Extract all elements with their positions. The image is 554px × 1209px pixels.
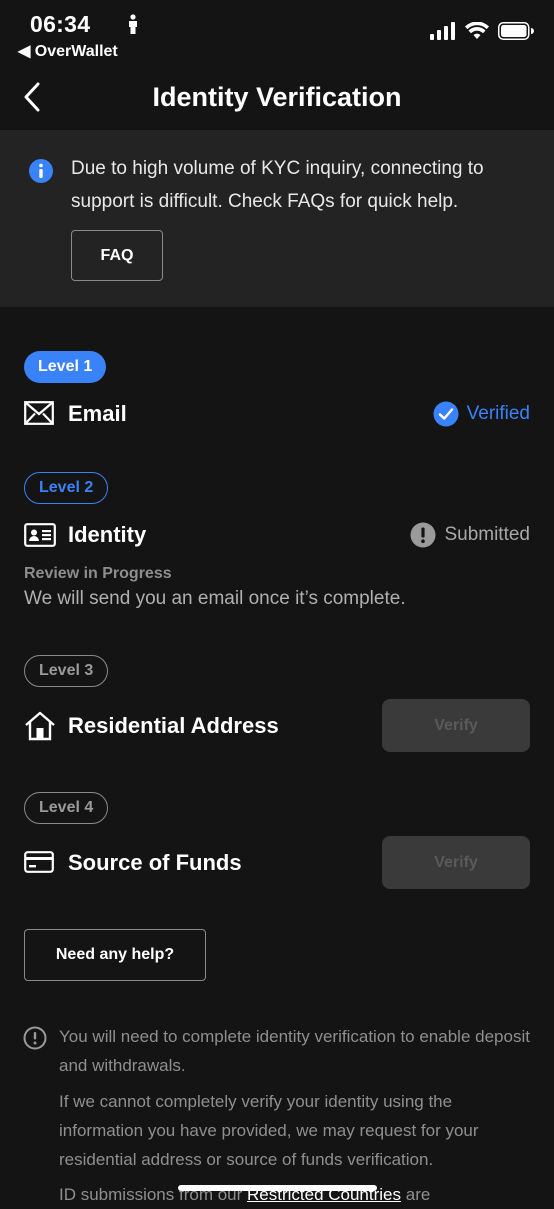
- verify-address-button[interactable]: Verify: [382, 699, 530, 752]
- wifi-icon: [465, 22, 489, 39]
- info-icon: [29, 159, 53, 183]
- level-4-badge: Level 4: [24, 792, 109, 824]
- person-icon: [129, 14, 137, 34]
- residential-address-label: Residential Address: [68, 713, 279, 738]
- exclamation-circle-icon: [410, 522, 436, 548]
- faq-button[interactable]: FAQ: [71, 230, 163, 281]
- exclamation-outline-icon: [23, 1026, 47, 1050]
- page-title: Identity Verification: [152, 82, 402, 112]
- house-icon: [25, 711, 55, 741]
- check-circle-icon: [433, 401, 459, 427]
- notice-text: Due to high volume of KYC inquiry, conne…: [71, 158, 484, 212]
- need-help-button[interactable]: Need any help?: [24, 929, 206, 981]
- email-status: Verified: [433, 401, 530, 427]
- back-to-app-link[interactable]: ◀ OverWallet: [18, 41, 118, 61]
- credit-card-icon: [24, 851, 54, 873]
- identity-row-label: Identity: [68, 522, 147, 547]
- fine-print-3-after: are: [401, 1185, 431, 1204]
- home-indicator[interactable]: [178, 1185, 377, 1191]
- id-card-icon: [24, 523, 56, 547]
- clock: 06:34: [30, 11, 91, 37]
- system-icons: [430, 22, 534, 40]
- verified-label: Verified: [466, 403, 530, 424]
- source-of-funds-label: Source of Funds: [68, 850, 242, 875]
- fine-print-2: If we cannot completely verify your iden…: [59, 1092, 479, 1169]
- signal-icon: [430, 22, 455, 40]
- email-row-label: Email: [68, 401, 127, 426]
- envelope-icon: [24, 401, 54, 425]
- identity-status: Submitted: [410, 522, 530, 548]
- level-3-badge: Level 3: [24, 655, 109, 687]
- level-2-badge: Level 2: [24, 472, 109, 504]
- kyc-notice: Due to high volume of KYC inquiry, conne…: [0, 130, 554, 307]
- battery-icon: [498, 22, 534, 40]
- level-1-badge: Level 1: [24, 351, 107, 383]
- review-subtitle: We will send you an email once it’s comp…: [24, 588, 406, 609]
- submitted-label: Submitted: [444, 524, 530, 545]
- fine-print-1: You will need to complete identity verif…: [59, 1027, 530, 1075]
- verify-funds-button[interactable]: Verify: [382, 836, 530, 889]
- review-title: Review in Progress: [24, 565, 172, 582]
- status-bar: 06:34 ◀ OverWallet: [0, 0, 554, 64]
- header: Identity Verification: [0, 64, 554, 130]
